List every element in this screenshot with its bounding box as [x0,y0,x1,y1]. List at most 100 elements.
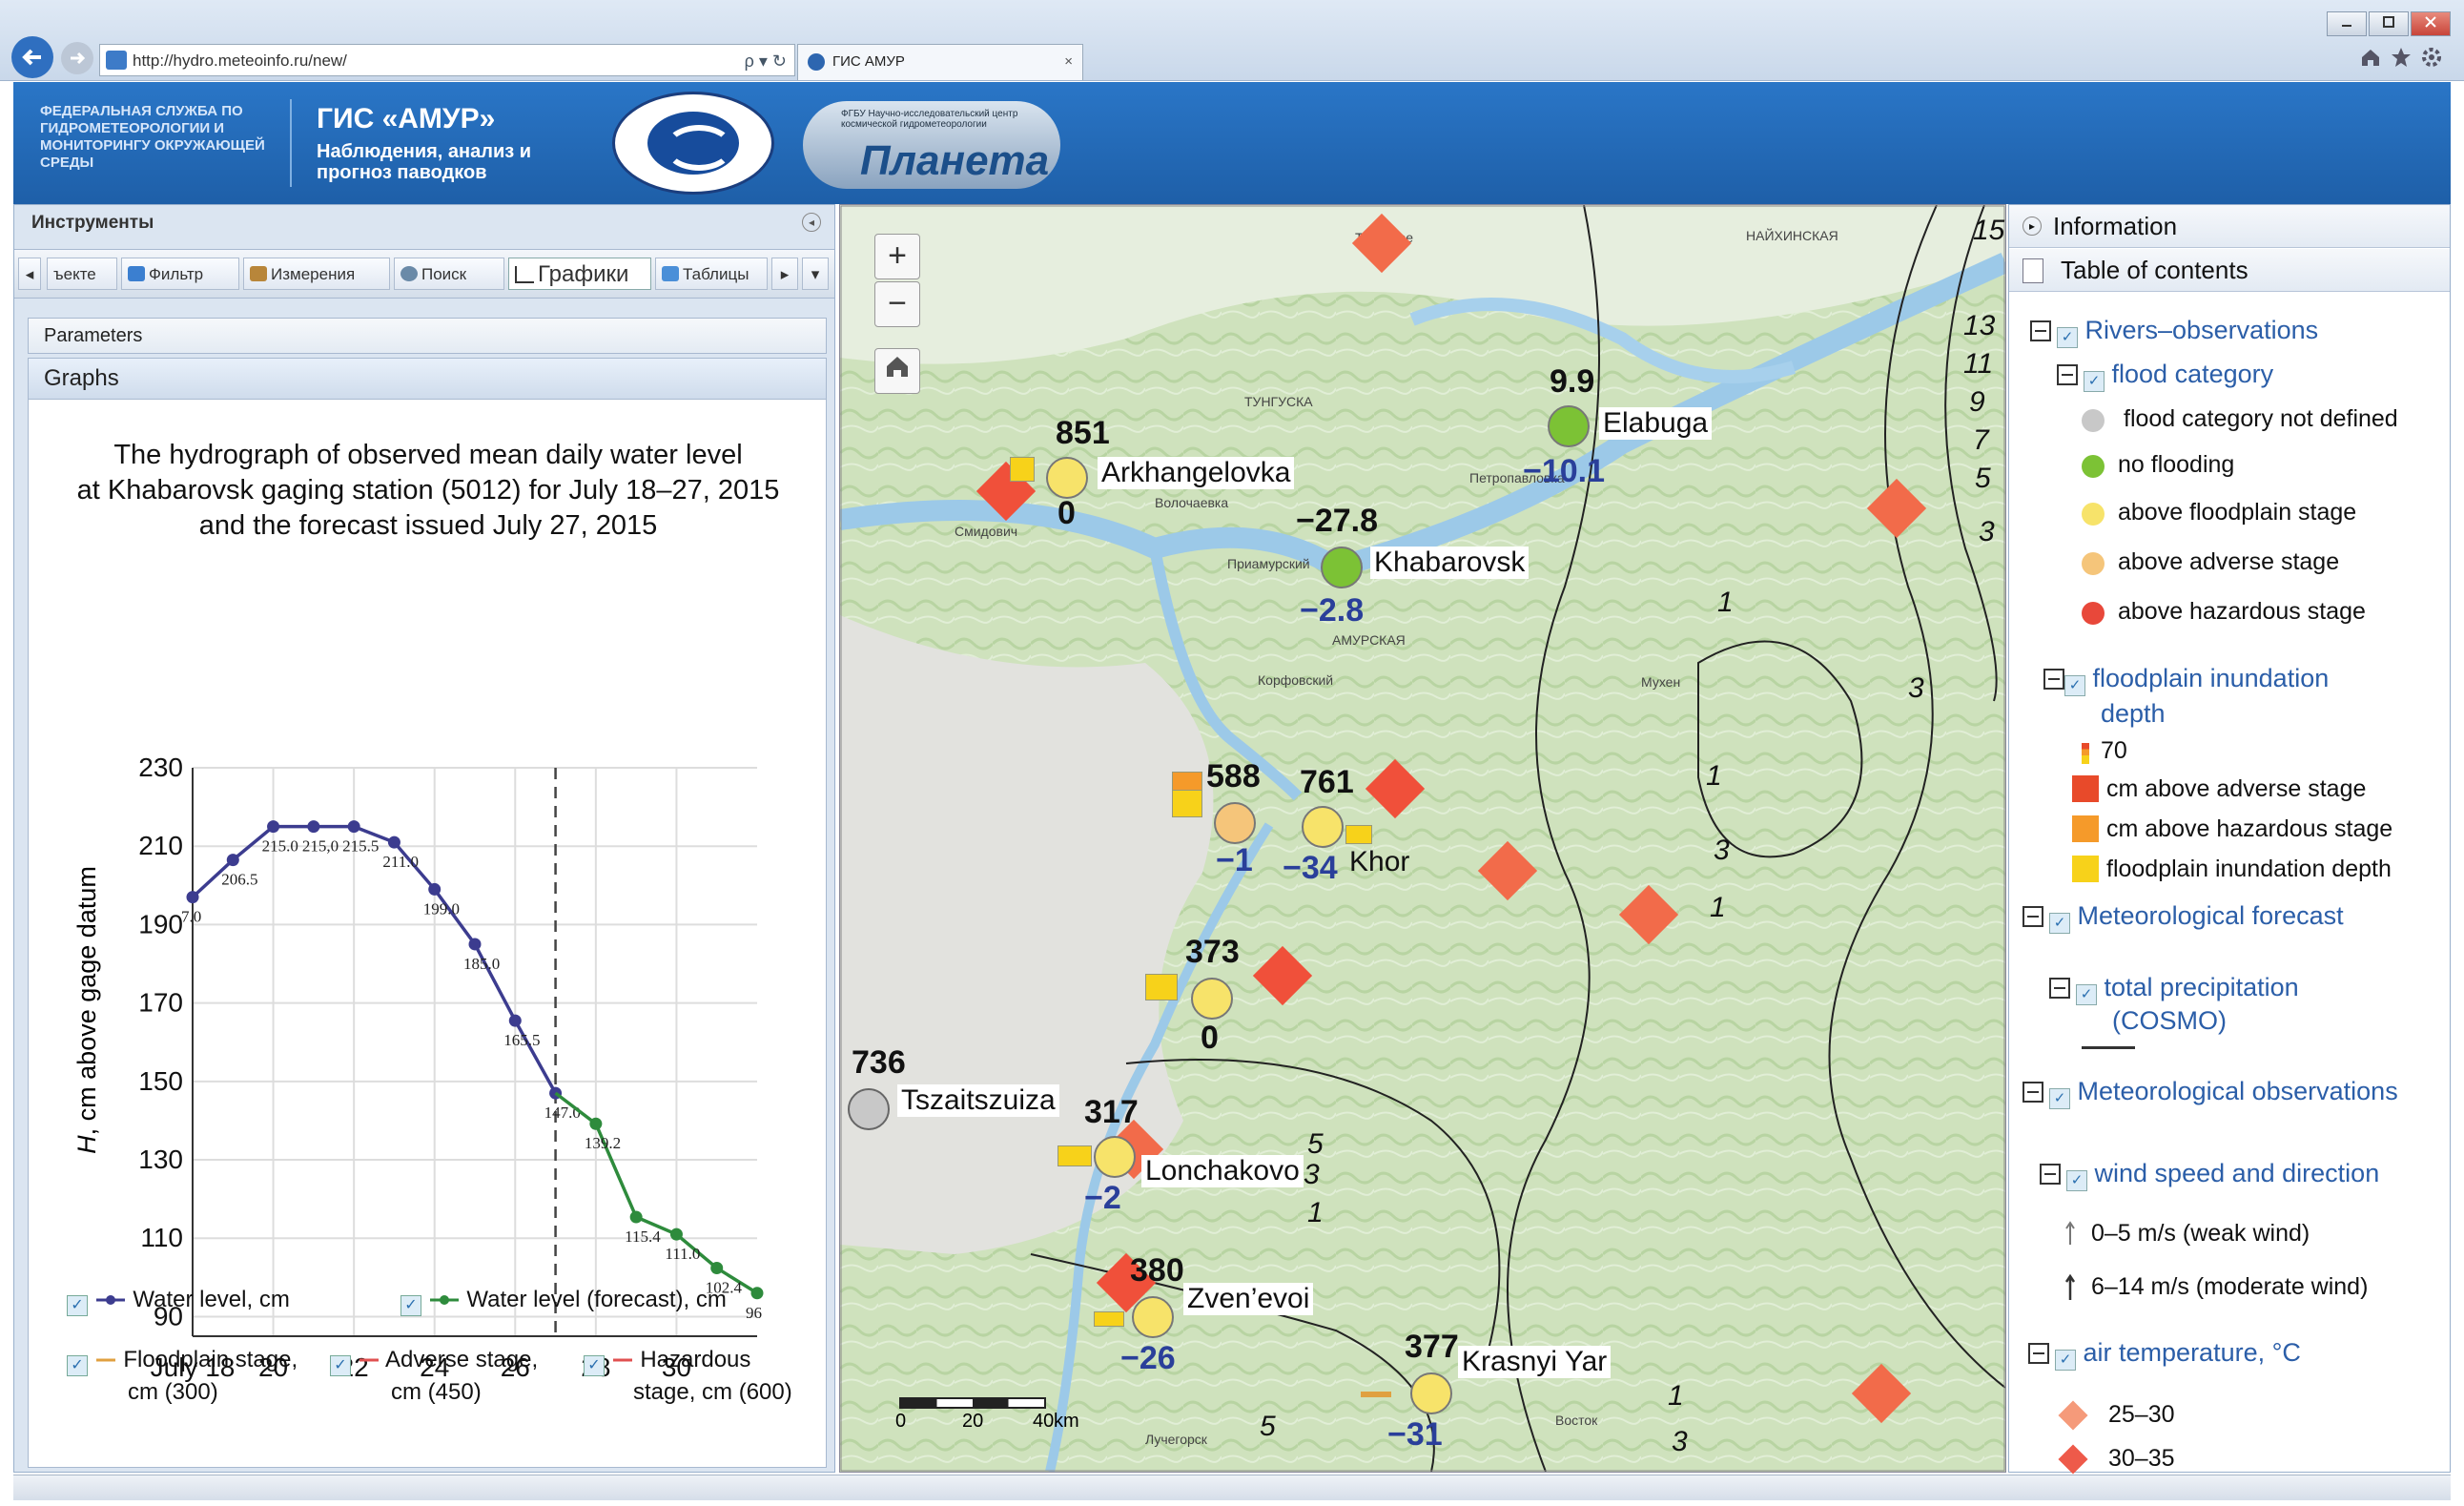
close-window-button[interactable] [2411,11,2451,36]
tree-node-precipitation[interactable]: total precipitation (COSMO) [2049,972,2299,1036]
station-marker-elabuga[interactable] [1548,405,1590,447]
layer-checkbox[interactable] [2066,1170,2087,1191]
toolbar-dropdown-button[interactable]: ▾ [802,258,829,290]
station-marker-zvenevoi[interactable] [1132,1296,1174,1338]
back-button[interactable] [11,36,53,78]
map-home-button[interactable] [874,348,920,394]
legend-checkbox[interactable] [67,1295,88,1316]
collapse-icon[interactable] [2049,978,2070,999]
layer-checkbox[interactable] [2084,371,2105,392]
layer-checkbox[interactable] [2064,675,2085,696]
station-marker-khabarovsk[interactable] [1321,547,1363,588]
map-view[interactable]: + − 15 13 11 9 7 5 3 1 3 1 3 1 5 3 1 1 3… [839,204,2006,1473]
collapse-icon[interactable] [2043,669,2064,690]
address-tools[interactable]: ρ ▾ ↻ [745,45,787,77]
settings-gear-icon[interactable] [2420,46,2443,75]
station-delta: −26 [1120,1340,1176,1376]
legend-adverse[interactable]: Adverse stage, cm (450) [330,1344,538,1409]
tree-node-flood-category[interactable]: flood category [2057,360,2273,392]
tree-node-label: Meteorological observations [2077,1077,2398,1105]
legend-water-forecast-label: Water level (forecast), cm [466,1287,727,1312]
toolbar-graphs-tab[interactable]: Графики [508,258,651,290]
scale-tick: 0 [895,1411,907,1432]
legend-water-forecast[interactable]: Water level (forecast), cm [400,1287,727,1316]
toolbar-objects-button[interactable]: ъекте [47,258,117,290]
legend-item-label: above hazardous stage [2118,598,2366,625]
toc-section-header[interactable]: Table of contents [2009,249,2450,292]
legend-water-level[interactable]: Water level, cm [67,1287,290,1316]
map-canvas[interactable] [840,205,2005,1472]
parameters-section-header[interactable]: Parameters [28,318,827,354]
legend-checkbox[interactable] [67,1355,88,1376]
address-bar[interactable]: http://hydro.meteoinfo.ru/new/ ρ ▾ ↻ [99,44,795,76]
inundation-marker[interactable] [1172,789,1202,817]
collapse-icon[interactable] [2040,1164,2061,1185]
inundation-marker[interactable] [1094,1311,1124,1327]
legend-item-label: floodplain inundation depth [2106,856,2392,882]
station-marker-373[interactable] [1191,978,1233,1020]
layer-checkbox[interactable] [2049,1088,2070,1109]
inundation-marker[interactable] [1057,1145,1092,1166]
toolbar-scroll-left-button[interactable]: ◂ [18,258,41,290]
station-marker-krasnyi-yar[interactable] [1410,1372,1452,1414]
station-name: Lonchakovo [1141,1155,1304,1187]
zoom-in-button[interactable]: + [874,234,920,279]
data-label: 199.0 [423,899,460,918]
layer-checkbox[interactable] [2049,913,2070,934]
data-point [226,854,239,867]
inundation-marker[interactable] [1172,772,1202,791]
station-marker-khor[interactable] [1302,806,1344,848]
tree-node-wind[interactable]: wind speed and direction [2040,1159,2379,1191]
toolbar-filter-button[interactable]: Фильтр [121,258,239,290]
place-name: Мухен [1641,674,1681,690]
tree-node-met-forecast[interactable]: Meteorological forecast [2023,901,2344,934]
toolbar-measure-button[interactable]: Измерения [243,258,390,290]
collapse-icon[interactable] [2028,1343,2049,1364]
collapse-panel-button[interactable]: ◂ [802,213,821,232]
zoom-out-button[interactable]: − [874,281,920,327]
legend-hazardous[interactable]: Hazardous stage, cm (600) [584,1344,792,1409]
toolbar-scroll-right-button[interactable]: ▸ [771,258,798,290]
layer-checkbox[interactable] [2076,984,2097,1005]
y-axis-label: H, cm above gage datum [72,866,101,1154]
legend-checkbox[interactable] [400,1295,421,1316]
collapse-icon[interactable] [2030,320,2051,341]
station-marker-588[interactable] [1214,802,1256,844]
toolbar-search-button[interactable]: Поиск [394,258,504,290]
station-marker-arkhangelovka[interactable] [1046,457,1088,499]
information-section-header[interactable]: ▸ Information [2009,205,2450,248]
legend-line-swatch [429,1295,459,1305]
legend-checkbox[interactable] [330,1355,351,1376]
tab-close-icon[interactable]: × [1064,45,1073,79]
station-value: 380 [1130,1252,1184,1289]
home-icon[interactable] [2359,46,2382,75]
minimize-button[interactable] [2327,11,2367,36]
forward-button[interactable] [61,42,93,74]
maximize-button[interactable] [2369,11,2409,36]
collapse-icon[interactable] [2023,1082,2043,1103]
tree-node-met-observations[interactable]: Meteorological observations [2023,1077,2398,1109]
inundation-marker[interactable] [1010,457,1035,482]
tree-node-inundation[interactable]: floodplain inundation depth [2043,661,2329,731]
legend-swatch-inund-hazard [2072,815,2099,842]
inundation-marker[interactable] [1345,825,1372,844]
station-marker-tszaitszuiza[interactable] [848,1088,890,1130]
legend-floodplain[interactable]: Floodplain stage, cm (300) [67,1344,298,1409]
tree-node-rivers[interactable]: Rivers–observations [2030,316,2318,348]
graphs-section-header[interactable]: Graphs [28,358,827,400]
collapse-icon[interactable] [2057,364,2078,385]
tools-toolbar: ◂ ъекте Фильтр Измерения Поиск Графики Т… [14,249,834,299]
layer-checkbox[interactable] [2057,327,2078,348]
collapse-icon[interactable] [2023,906,2043,927]
browser-tab[interactable]: ГИС АМУР × [797,44,1083,80]
toc-icon [2023,258,2043,283]
inundation-marker[interactable] [1145,974,1178,1001]
inundation-marker[interactable] [1361,1392,1391,1397]
layer-checkbox[interactable] [2055,1350,2076,1371]
tree-node-air-temperature[interactable]: air temperature, °C [2028,1338,2301,1371]
station-marker-lonchakovo[interactable] [1094,1136,1136,1178]
toolbar-tables-button[interactable]: Таблицы [655,258,768,290]
legend-floodplain-value: cm (300) [128,1379,218,1405]
favorites-star-icon[interactable] [2390,46,2413,75]
legend-checkbox[interactable] [584,1355,605,1376]
